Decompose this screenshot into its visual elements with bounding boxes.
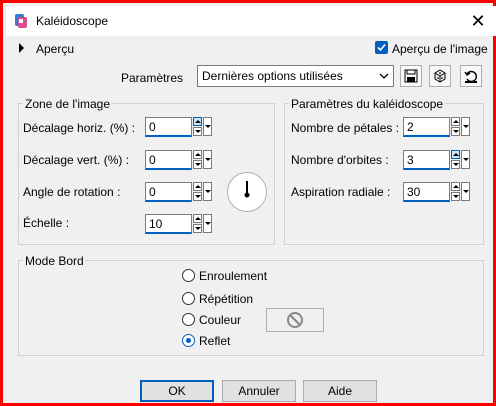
dial-needle-icon	[244, 181, 250, 198]
petals-up-button[interactable]	[451, 117, 460, 126]
rotation-spinner[interactable]: 0	[145, 182, 215, 202]
petals-dropdown-button[interactable]	[461, 117, 470, 136]
orbits-spinner[interactable]: 3	[403, 150, 473, 170]
scale-dropdown-button[interactable]	[203, 214, 212, 233]
radial-input[interactable]: 30	[403, 182, 450, 202]
orbits-up-button[interactable]	[451, 150, 460, 159]
dice-icon	[434, 69, 446, 83]
help-button[interactable]: Aide	[303, 380, 377, 402]
chevron-down-icon	[379, 73, 389, 79]
v-offset-spinner[interactable]: 0	[145, 150, 215, 170]
edge-mode-title: Mode Bord	[23, 254, 86, 268]
petals-input[interactable]: 2	[403, 117, 450, 137]
radial-up-button[interactable]	[451, 182, 460, 191]
radio-wrap-label[interactable]: Enroulement	[199, 269, 267, 283]
v-offset-input[interactable]: 0	[145, 150, 192, 170]
radio-reflect[interactable]	[182, 334, 195, 347]
preview-checkbox[interactable]	[375, 41, 388, 54]
radio-color-label[interactable]: Couleur	[199, 313, 241, 327]
radial-dropdown-button[interactable]	[461, 182, 470, 201]
randomize-button[interactable]	[429, 65, 451, 87]
orbits-dropdown-button[interactable]	[461, 150, 470, 169]
h-offset-spinner[interactable]: 0	[145, 117, 215, 137]
scale-spinner[interactable]: 10	[145, 214, 215, 234]
radial-spinner[interactable]: 30	[403, 182, 473, 202]
expand-arrow-icon[interactable]	[19, 43, 24, 53]
reset-arrow-icon	[464, 70, 477, 83]
h-offset-label: Décalage horiz. (%) :	[23, 121, 136, 135]
v-offset-dropdown-button[interactable]	[203, 150, 212, 169]
h-offset-down-button[interactable]	[193, 127, 202, 136]
radio-repeat[interactable]	[182, 292, 195, 305]
orbits-down-button[interactable]	[451, 160, 460, 169]
v-offset-down-button[interactable]	[193, 160, 202, 169]
preview-checkbox-label[interactable]: Aperçu de l'image	[392, 42, 488, 56]
rotation-dial[interactable]	[227, 172, 267, 212]
orbits-label: Nombre d'orbites :	[291, 153, 389, 167]
floppy-disk-icon	[404, 69, 418, 83]
rotation-dropdown-button[interactable]	[203, 182, 212, 201]
image-zone-title: Zone de l'image	[23, 97, 113, 111]
h-offset-input[interactable]: 0	[145, 117, 192, 137]
cancel-button[interactable]: Annuler	[222, 380, 296, 402]
scale-down-button[interactable]	[193, 224, 202, 233]
title-bar: Kaléidoscope ✕	[6, 6, 496, 36]
orbits-input[interactable]: 3	[403, 150, 450, 170]
rotation-input[interactable]: 0	[145, 182, 192, 202]
parameters-dropdown-value: Dernières options utilisées	[202, 69, 343, 83]
dialog-window: Kaléidoscope ✕ Aperçu Aperçu de l'image …	[0, 0, 496, 406]
rotation-down-button[interactable]	[193, 192, 202, 201]
radio-wrap[interactable]	[182, 269, 195, 282]
scale-label: Échelle :	[23, 216, 70, 230]
reset-button[interactable]	[460, 65, 482, 87]
scale-input[interactable]: 10	[145, 214, 192, 234]
parameters-dropdown[interactable]: Dernières options utilisées	[197, 65, 394, 87]
v-offset-up-button[interactable]	[193, 150, 202, 159]
kaleidoscope-title: Paramètres du kaléidoscope	[289, 97, 446, 111]
no-color-icon	[287, 312, 303, 328]
radial-down-button[interactable]	[451, 192, 460, 201]
petals-spinner[interactable]: 2	[403, 117, 473, 137]
radio-reflect-label[interactable]: Reflet	[199, 334, 230, 348]
scale-up-button[interactable]	[193, 214, 202, 223]
save-preset-button[interactable]	[400, 65, 422, 87]
checkmark-icon	[377, 43, 386, 52]
v-offset-label: Décalage vert. (%) :	[23, 153, 130, 167]
preview-label[interactable]: Aperçu	[36, 42, 74, 56]
rotation-up-button[interactable]	[193, 182, 202, 191]
h-offset-up-button[interactable]	[193, 117, 202, 126]
app-icon	[15, 14, 27, 28]
window-title: Kaléidoscope	[36, 14, 109, 28]
petals-down-button[interactable]	[451, 127, 460, 136]
radio-repeat-label[interactable]: Répétition	[199, 292, 253, 306]
parameters-label: Paramètres	[121, 71, 184, 85]
rotation-label: Angle de rotation :	[23, 185, 121, 199]
radial-label: Aspiration radiale :	[291, 185, 391, 199]
h-offset-dropdown-button[interactable]	[203, 117, 212, 136]
ok-button[interactable]: OK	[140, 380, 214, 402]
preview-row: Aperçu Aperçu de l'image	[6, 37, 496, 61]
radio-color[interactable]	[182, 313, 195, 326]
color-swatch[interactable]	[266, 308, 324, 332]
petals-label: Nombre de pétales :	[291, 121, 400, 135]
close-icon[interactable]: ✕	[468, 11, 488, 31]
